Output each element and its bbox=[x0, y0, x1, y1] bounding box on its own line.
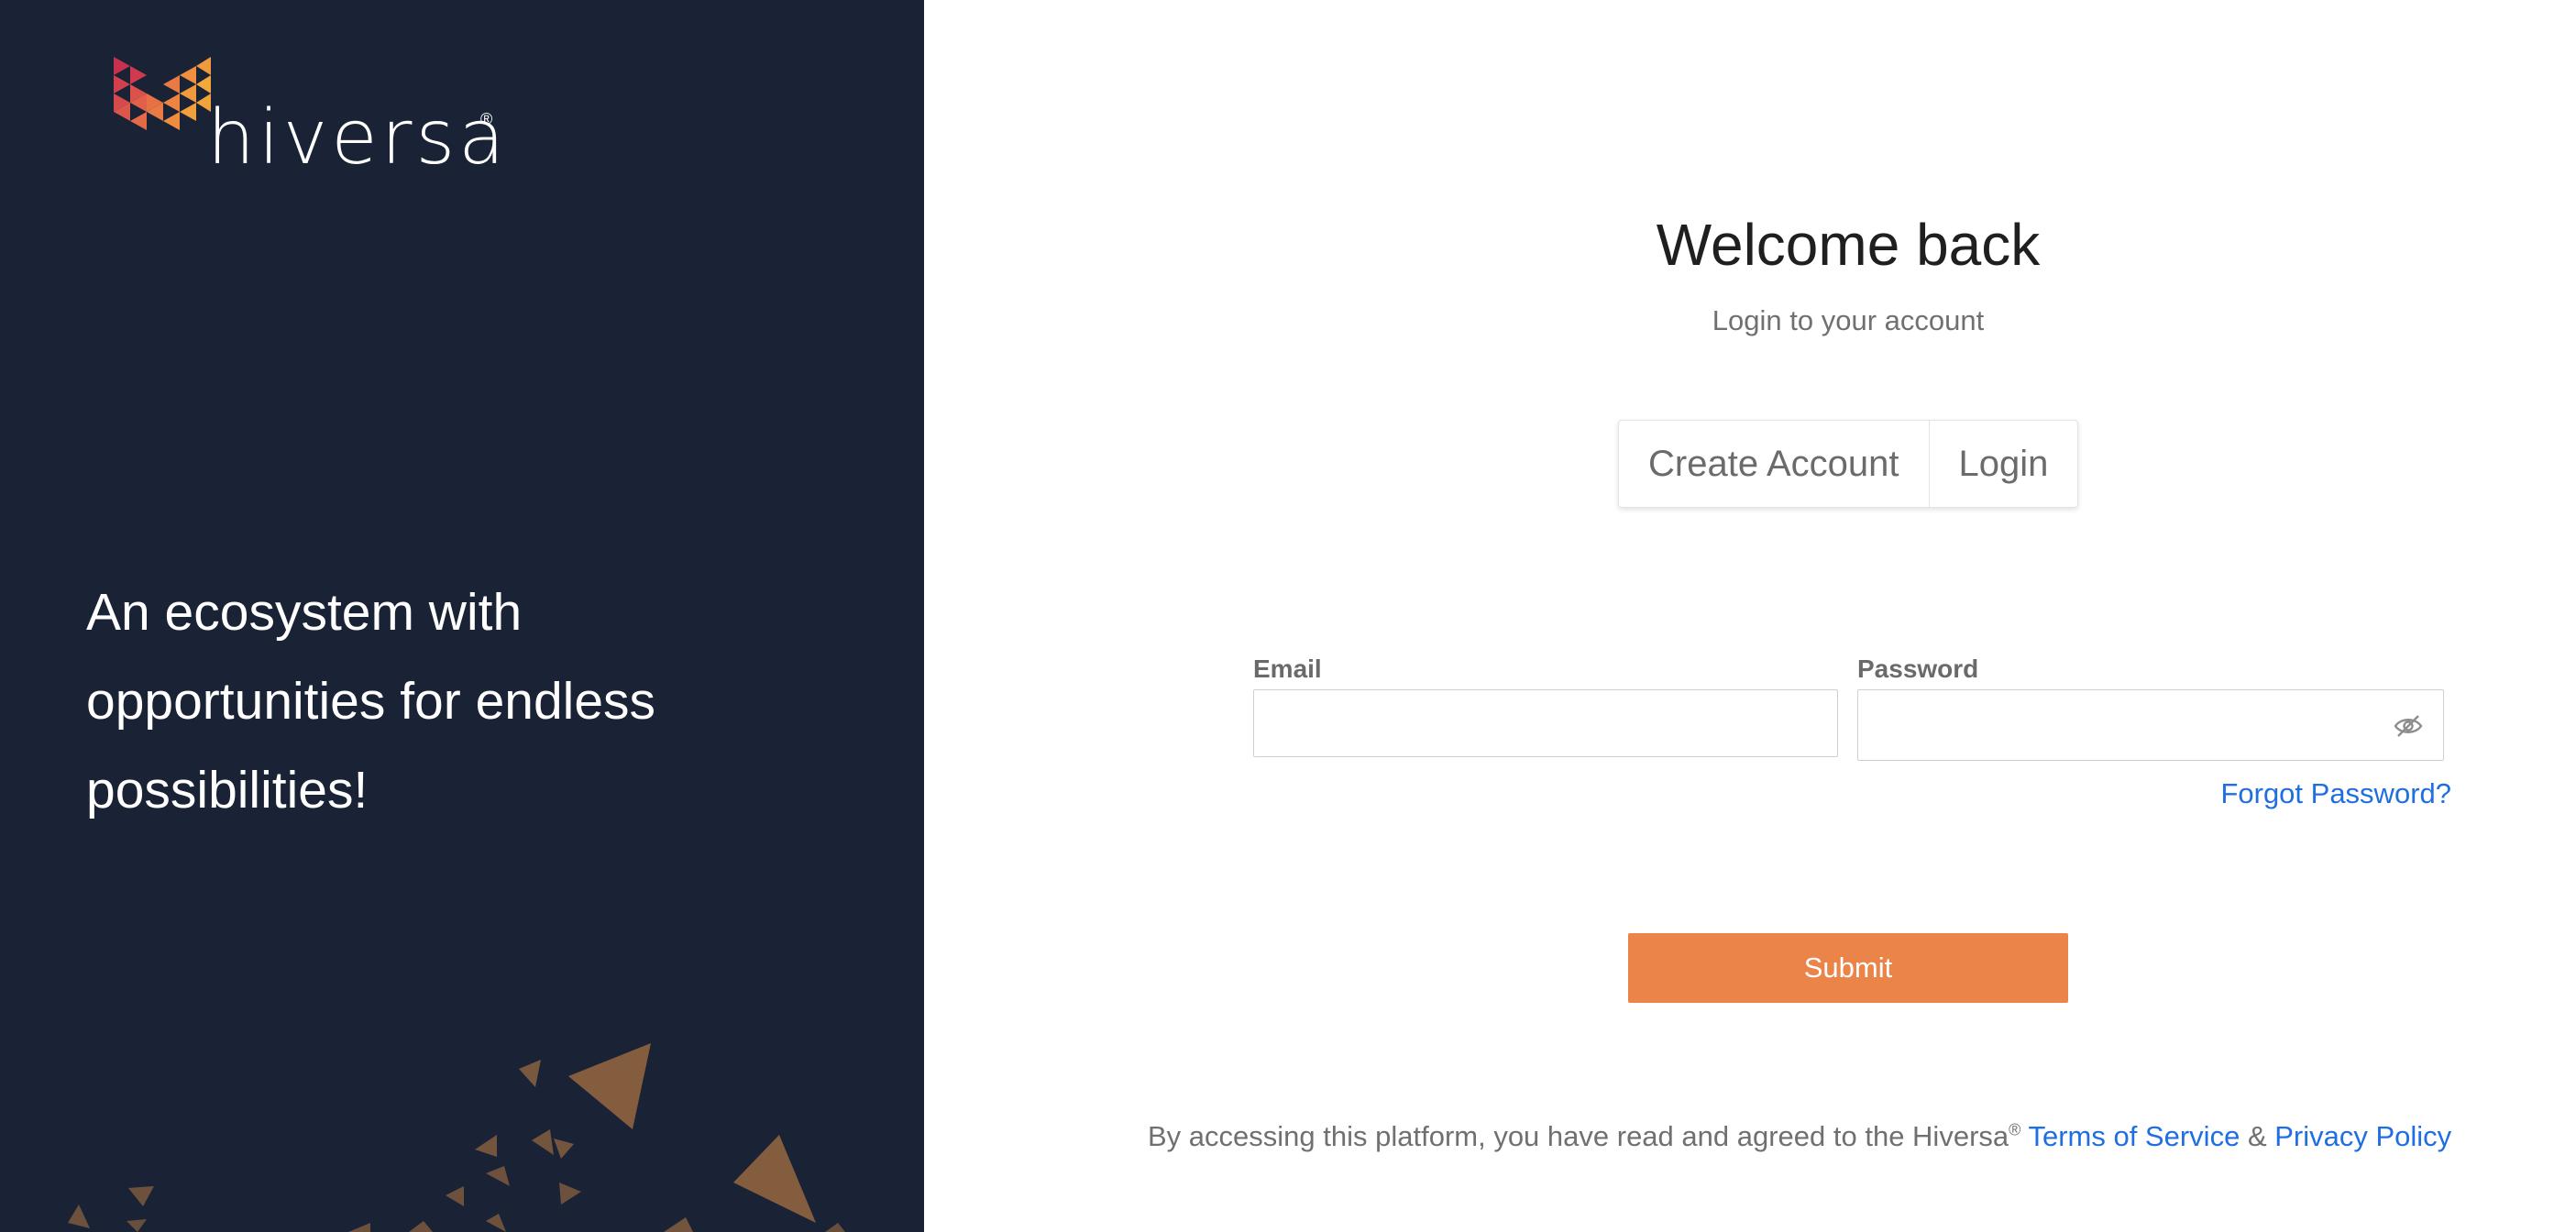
hiversa-wordmark: hiversa bbox=[207, 101, 504, 229]
brand-panel: hiversa ® An ecosystem with opportunitie… bbox=[0, 0, 924, 1232]
submit-button[interactable]: Submit bbox=[1628, 933, 2068, 1003]
registered-mark: ® bbox=[2009, 1120, 2021, 1139]
eye-slash-icon[interactable] bbox=[2393, 713, 2424, 739]
auth-panel: Welcome back Login to your account Creat… bbox=[924, 0, 2576, 1232]
hiversa-logo: hiversa ® bbox=[112, 51, 504, 180]
decorative-triangles bbox=[68, 1043, 845, 1232]
tagline-line: opportunities for endless bbox=[86, 672, 656, 731]
email-label: Email bbox=[1253, 654, 1322, 683]
email-field[interactable] bbox=[1253, 689, 1838, 757]
registered-mark: ® bbox=[480, 110, 493, 128]
tab-login[interactable]: Login bbox=[1928, 421, 2078, 507]
brand-name: hiversa bbox=[207, 94, 509, 182]
tagline-line: An ecosystem with bbox=[86, 583, 523, 642]
terms-of-service-link[interactable]: Terms of Service bbox=[2028, 1120, 2240, 1152]
tagline-line: possibilities! bbox=[86, 761, 369, 820]
hiversa-logo-mark-icon bbox=[114, 57, 211, 130]
page-title: Welcome back bbox=[1656, 212, 2041, 278]
login-page: hiversa ® An ecosystem with opportunitie… bbox=[0, 0, 2576, 1232]
footer-text: By accessing this platform, you have rea… bbox=[1148, 1120, 2009, 1152]
password-field[interactable] bbox=[1857, 689, 2444, 761]
legal-footer: By accessing this platform, you have rea… bbox=[1148, 1120, 2574, 1153]
footer-conjunction: & bbox=[2247, 1120, 2267, 1152]
privacy-policy-link[interactable]: Privacy Policy bbox=[2274, 1120, 2451, 1152]
auth-tabs: Create Account Login bbox=[1618, 420, 2079, 508]
page-subtitle: Login to your account bbox=[1712, 304, 1985, 336]
tab-create-account[interactable]: Create Account bbox=[1619, 421, 1929, 507]
password-label: Password bbox=[1857, 654, 1979, 683]
tagline: An ecosystem with opportunities for endl… bbox=[86, 568, 838, 835]
forgot-password-link[interactable]: Forgot Password? bbox=[2143, 777, 2451, 810]
